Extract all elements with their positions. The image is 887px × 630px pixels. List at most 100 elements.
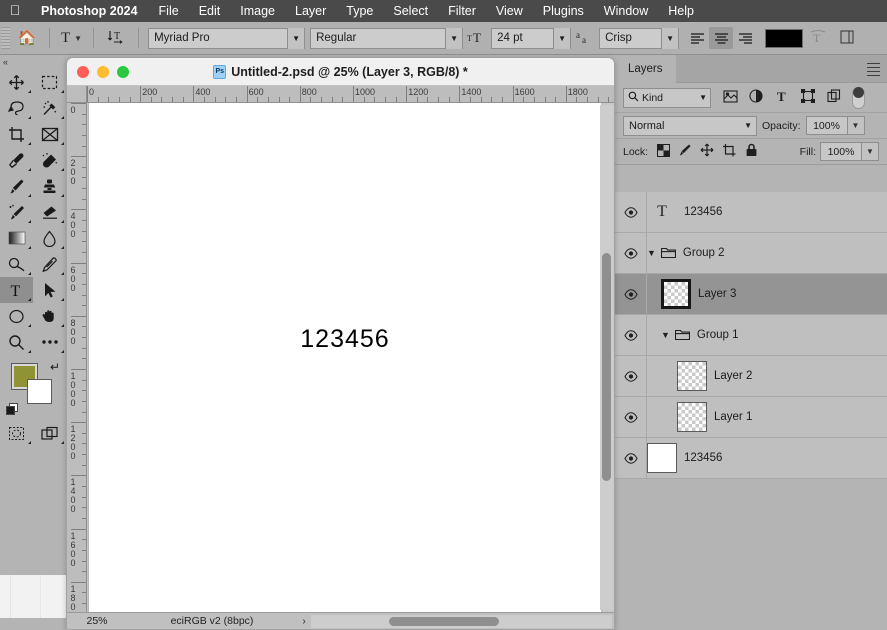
eraser-tool[interactable]: [33, 199, 66, 225]
menu-item-view[interactable]: View: [486, 4, 533, 18]
antialiasing-select[interactable]: Crisp ▼: [599, 27, 680, 49]
eye-icon[interactable]: [615, 315, 647, 355]
blur-tool[interactable]: [33, 225, 66, 251]
chevron-right-icon[interactable]: ›: [297, 616, 311, 627]
layer-row-body[interactable]: Layer 3: [647, 274, 887, 314]
zoom-tool[interactable]: [0, 329, 33, 355]
align-right-icon[interactable]: [733, 27, 757, 49]
menu-item-image[interactable]: Image: [230, 4, 285, 18]
layer-name[interactable]: Group 1: [697, 329, 739, 341]
layer-row-body[interactable]: ▼ Group 2: [647, 233, 887, 273]
align-center-icon[interactable]: [709, 27, 734, 49]
canvas-text-layer[interactable]: 123456: [89, 325, 601, 354]
canvas-sheet[interactable]: 123456: [89, 103, 601, 612]
scrollbar-thumb[interactable]: [389, 616, 499, 626]
text-orientation-icon[interactable]: T: [99, 28, 133, 48]
lasso-tool[interactable]: [0, 95, 33, 121]
layer-row[interactable]: Layer 2: [615, 356, 887, 397]
layer-row[interactable]: ▼ Group 1: [615, 315, 887, 356]
lock-all-icon[interactable]: [740, 143, 762, 160]
layer-name[interactable]: Layer 1: [714, 411, 752, 423]
lock-image-icon[interactable]: [674, 143, 696, 160]
menu-item-type[interactable]: Type: [336, 4, 383, 18]
layer-thumbnail[interactable]: [661, 279, 691, 309]
frame-tool[interactable]: [33, 121, 66, 147]
menu-item-edit[interactable]: Edit: [189, 4, 231, 18]
layer-thumbnail[interactable]: [677, 402, 707, 432]
layer-name[interactable]: Layer 3: [698, 288, 736, 300]
clone-stamp-tool[interactable]: [33, 173, 66, 199]
eyedropper-tool[interactable]: [0, 147, 33, 173]
eye-icon[interactable]: [615, 274, 647, 314]
layer-row-body[interactable]: 123456: [647, 438, 887, 478]
brush-tool[interactable]: [0, 173, 33, 199]
scrollbar-thumb[interactable]: [602, 253, 611, 481]
menu-item-select[interactable]: Select: [383, 4, 438, 18]
eye-icon[interactable]: [615, 192, 647, 232]
eye-icon[interactable]: [615, 233, 647, 273]
canvas-area[interactable]: 123456: [87, 103, 614, 612]
apple-logo-icon[interactable]: : [0, 3, 30, 19]
menu-item-layer[interactable]: Layer: [285, 4, 336, 18]
background-color-swatch[interactable]: [27, 379, 52, 404]
tool-preset-picker[interactable]: T ▼: [55, 30, 88, 47]
fill-field[interactable]: 100%: [820, 142, 862, 161]
vertical-ruler[interactable]: 0200400600800100012001400160018002: [67, 103, 87, 629]
canvas-vertical-scrollbar[interactable]: [600, 105, 613, 610]
blend-mode-select[interactable]: Normal ▼: [623, 115, 757, 136]
text-color-swatch[interactable]: [765, 28, 804, 48]
ruler-corner[interactable]: [67, 86, 87, 103]
zoom-level-field[interactable]: 25%: [67, 615, 127, 627]
layer-name[interactable]: 123456: [684, 452, 722, 464]
edit-toolbar-tool[interactable]: [33, 329, 66, 355]
layer-row[interactable]: Layer 3: [615, 274, 887, 315]
document-titlebar[interactable]: Ps Untitled-2.psd @ 25% (Layer 3, RGB/8)…: [67, 58, 614, 86]
lock-artboard-icon[interactable]: [718, 143, 740, 160]
layer-thumbnail[interactable]: [647, 443, 677, 473]
layer-name[interactable]: Layer 2: [714, 370, 752, 382]
eye-icon[interactable]: [615, 356, 647, 396]
menu-item-plugins[interactable]: Plugins: [533, 4, 594, 18]
layer-row-body[interactable]: Layer 2: [647, 356, 887, 396]
layer-row[interactable]: T 123456: [615, 192, 887, 233]
swap-colors-icon[interactable]: ↵: [50, 360, 60, 374]
dodge-tool[interactable]: [0, 251, 33, 277]
align-left-icon[interactable]: [685, 27, 709, 49]
options-bar-grip[interactable]: [1, 27, 10, 49]
eye-icon[interactable]: [615, 397, 647, 437]
crop-tool[interactable]: [0, 121, 33, 147]
font-style-select[interactable]: Regular ▼: [310, 27, 464, 49]
hand-tool[interactable]: [33, 303, 66, 329]
shape-filter-icon[interactable]: [795, 88, 821, 106]
menu-item-window[interactable]: Window: [594, 4, 658, 18]
menu-item-file[interactable]: File: [149, 4, 189, 18]
layer-filter-kind-select[interactable]: Kind ▼: [623, 87, 711, 108]
pen-tool[interactable]: [33, 251, 66, 277]
path-selection-tool[interactable]: [33, 277, 66, 303]
lock-position-icon[interactable]: [696, 143, 718, 160]
pixel-filter-icon[interactable]: [717, 89, 743, 106]
layer-row-body[interactable]: ▼ Group 1: [647, 315, 887, 355]
canvas-horizontal-scrollbar[interactable]: [311, 614, 612, 628]
magic-wand-tool[interactable]: [33, 95, 66, 121]
ellipse-tool[interactable]: [0, 303, 33, 329]
font-size-select[interactable]: 24 pt ▼: [491, 27, 572, 49]
layer-row[interactable]: Layer 1: [615, 397, 887, 438]
layer-row-body[interactable]: T 123456: [647, 192, 887, 232]
lock-transparency-icon[interactable]: [652, 143, 674, 160]
menu-item-filter[interactable]: Filter: [438, 4, 486, 18]
menu-item-help[interactable]: Help: [658, 4, 704, 18]
tab-layers[interactable]: Layers: [615, 54, 676, 83]
layer-row[interactable]: ▼ Group 2: [615, 233, 887, 274]
filter-toggle-switch[interactable]: [852, 86, 865, 109]
chevron-down-icon[interactable]: ▼: [661, 330, 670, 340]
screen-mode-icon[interactable]: [33, 420, 66, 446]
panel-menu-icon[interactable]: [867, 63, 880, 79]
home-icon[interactable]: 🏠: [10, 29, 44, 47]
opacity-stepper[interactable]: ▼: [847, 116, 865, 135]
layer-name[interactable]: 123456: [684, 206, 722, 218]
layer-row[interactable]: 123456: [615, 438, 887, 479]
toggle-panels-icon[interactable]: [833, 30, 861, 47]
warp-text-icon[interactable]: T: [803, 29, 833, 48]
layer-name[interactable]: Group 2: [683, 247, 725, 259]
